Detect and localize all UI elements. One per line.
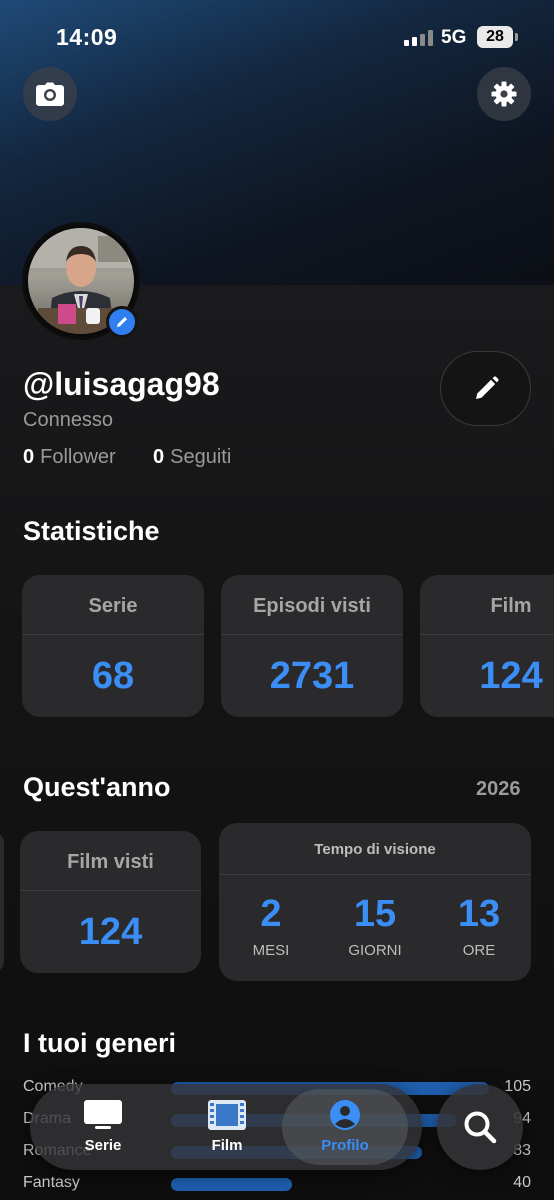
tab-film[interactable]: Film [164,1084,290,1170]
following-label: Seguiti [170,446,232,468]
divider [22,634,204,635]
followers-count: 0 [23,446,35,468]
pencil-icon [475,375,499,399]
stat-value: 124 [479,655,543,697]
following-count: 0 [153,446,165,468]
pencil-icon [117,317,127,327]
signal-icon [404,30,434,46]
stat-value: 124 [78,911,143,953]
genre-count: 40 [513,1174,531,1191]
months-unit: MESI [252,942,290,959]
film-icon [208,1100,246,1130]
hours-unit: ORE [462,942,496,959]
watch-time-hours: 13 ORE [429,893,529,959]
stats-title: Statistiche [23,516,160,546]
genre-name: Fantasy [23,1174,80,1191]
camera-icon [36,82,64,106]
followers-label: Follower [40,446,116,468]
stat-value: 68 [91,655,135,697]
tab-label: Profilo [321,1137,369,1154]
divider [219,874,531,875]
edit-profile-button[interactable] [440,351,531,426]
months-value: 2 [260,893,282,935]
gear-icon [491,81,517,107]
stat-card-episodes[interactable]: Episodi visti 2731 [221,575,403,717]
stat-label: Film visti [67,851,154,873]
tab-serie[interactable]: Serie [40,1084,166,1170]
stat-card-series[interactable]: Serie 68 [22,575,204,717]
tv-icon [84,1100,122,1129]
divider [20,890,201,891]
year-label: 2026 [476,778,521,800]
tab-label: Serie [84,1137,122,1154]
username: @luisagag98 [23,366,220,402]
stat-label: Film [490,595,532,617]
days-unit: GIORNI [348,942,402,959]
watch-time-card[interactable]: Tempo di visione 2 MESI 15 GIORNI 13 ORE [219,823,531,981]
battery-icon: 28 [477,26,518,48]
genre-row[interactable]: Fantasy 40 [23,1174,531,1194]
stat-card-films-watched[interactable]: Film visti 124 [20,831,201,973]
watch-time-label: Tempo di visione [314,841,436,858]
following-link[interactable]: 0 Seguiti [153,446,231,469]
genre-count: 105 [504,1078,531,1095]
tab-label: Film [211,1137,243,1154]
tab-bar: Serie Film Profilo [30,1084,422,1170]
genre-bar [171,1178,292,1191]
camera-button[interactable] [23,67,77,121]
stat-card-films[interactable]: Film 124 [420,575,554,717]
divider [221,634,403,635]
stat-label: Episodi visti [253,595,371,617]
settings-button[interactable] [477,67,531,121]
status-time: 14:09 [56,24,118,50]
edit-avatar-button[interactable] [106,306,138,338]
genres-title: I tuoi generi [23,1028,177,1058]
divider [420,634,554,635]
stat-label: Serie [88,595,138,617]
network-type: 5G [441,27,467,48]
search-button[interactable] [437,1084,523,1170]
days-value: 15 [353,893,397,935]
watch-time-months: 2 MESI [221,893,321,959]
followers-link[interactable]: 0 Follower [23,446,116,469]
connection-status: Connesso [23,409,114,431]
tab-profilo[interactable]: Profilo [282,1089,408,1165]
hours-value: 13 [457,893,501,935]
watch-time-days: 15 GIORNI [325,893,425,959]
profile-icon [330,1100,360,1130]
this-year-title: Quest'anno [23,772,171,802]
search-icon [464,1111,497,1144]
previous-card[interactable] [0,831,4,973]
stat-value: 2731 [269,655,355,697]
